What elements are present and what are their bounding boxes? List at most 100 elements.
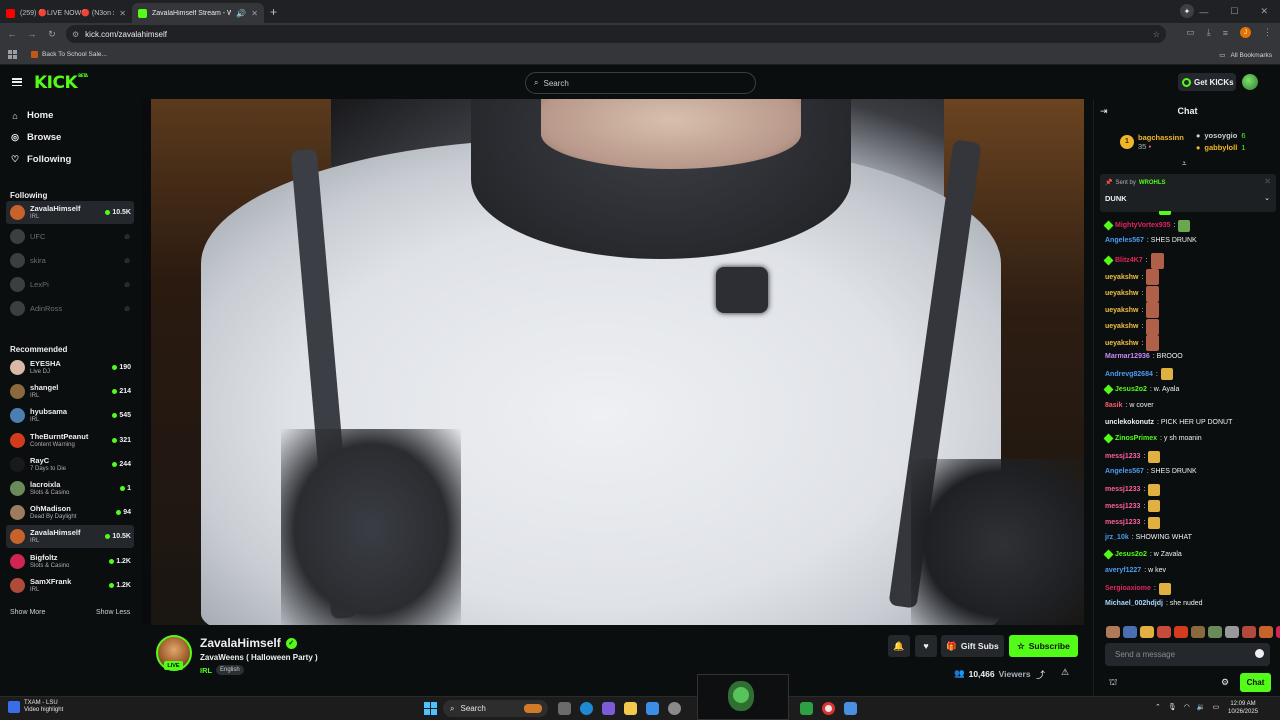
chat-username[interactable]: Blitz4K7	[1115, 256, 1143, 265]
follow-button[interactable]: ♥	[915, 635, 937, 657]
chat-message[interactable]: Jesus2o2: w Zavala	[1103, 549, 1275, 559]
chat-username[interactable]: 8asik	[1105, 401, 1123, 410]
chat-message[interactable]: messj1233:	[1105, 500, 1275, 512]
chat-message[interactable]: messj1233:	[1105, 483, 1275, 496]
chat-username[interactable]: Angeles567	[1105, 467, 1144, 476]
chat-username[interactable]: Andrevg82684	[1105, 370, 1153, 379]
sidebar-nav-following[interactable]: ♡ Following	[10, 154, 71, 165]
chat-username[interactable]: messj1233	[1105, 485, 1140, 494]
report-icon[interactable]: ⚠	[1061, 667, 1069, 678]
search-input[interactable]: ⌕ Search	[525, 72, 756, 94]
chat-message[interactable]: Angeles567: SHES DRUNK	[1105, 467, 1275, 476]
all-bookmarks-button[interactable]: ▭ All Bookmarks	[1219, 51, 1272, 60]
chat-message[interactable]: averyf1227: w kev	[1105, 566, 1275, 575]
emote-icon[interactable]	[1157, 626, 1171, 638]
chat-message[interactable]: 8asik: w cover	[1105, 401, 1275, 410]
sidebar-channel-lexpi[interactable]: LexPi ⊘	[6, 273, 134, 296]
sidebar-channel-samxfrank[interactable]: SamXFrank IRL 1.2K	[6, 574, 134, 597]
chat-username[interactable]: messj1233	[1105, 502, 1140, 511]
maximize-icon[interactable]: ☐	[1230, 6, 1238, 17]
gemini-icon[interactable]: ✦	[1180, 4, 1194, 18]
chat-username[interactable]: ueyakshw	[1105, 339, 1138, 348]
site-info-icon[interactable]: ⚙	[72, 30, 79, 39]
sidebar-channel-skira[interactable]: skira ⊘	[6, 249, 134, 272]
show-more-button[interactable]: Show More	[10, 609, 45, 616]
chat-message[interactable]: Michael_002hdjdj: she nuded	[1105, 599, 1275, 608]
language-tag[interactable]: English	[216, 665, 244, 675]
copilot-icon[interactable]	[602, 702, 615, 715]
sidebar-channel-theburntpeanut[interactable]: TheBurntPeanut Content Warning 321	[6, 429, 134, 452]
window-close-icon[interactable]: ✕	[1260, 6, 1268, 17]
emote-icon[interactable]	[1259, 626, 1273, 638]
chat-message[interactable]: Jesus2o2: w. Ayala	[1103, 384, 1275, 394]
gift-subs-button[interactable]: 🎁 Gift Subs	[941, 635, 1004, 657]
taskbar-search[interactable]: ⌕ Search	[443, 700, 548, 717]
chat-username[interactable]: Angeles567	[1105, 236, 1144, 245]
profile-avatar[interactable]: J	[1240, 27, 1251, 38]
taskbar-widget[interactable]: TXAM - LSU Video highlight	[8, 700, 63, 714]
sidebar-channel-ufc[interactable]: UFC ⊘	[6, 225, 134, 248]
battery-icon[interactable]: ▭	[1213, 703, 1220, 711]
chat-username[interactable]: ueyakshw	[1105, 322, 1138, 331]
file-explorer-icon[interactable]	[624, 702, 637, 715]
chat-username[interactable]: jrz_10k	[1105, 533, 1129, 542]
chat-message[interactable]: Marmar12936: BROOO	[1105, 352, 1275, 361]
chat-message[interactable]: ueyakshw:	[1105, 318, 1275, 335]
wifi-icon[interactable]: ◠	[1184, 703, 1190, 711]
sidebar-nav-home[interactable]: ⌂ Home	[10, 110, 53, 121]
hamburger-menu-icon[interactable]	[12, 78, 22, 86]
reload-icon[interactable]: ↻	[42, 29, 62, 40]
send-chat-button[interactable]: Chat	[1240, 673, 1271, 692]
bookmark-item[interactable]: Back To School Sale...	[31, 51, 107, 58]
chat-message[interactable]: messj1233:	[1105, 516, 1275, 529]
leaderboard-entry[interactable]: 1 bagchassinn 35 ▪	[1120, 131, 1184, 152]
chat-message[interactable]: ueyakshw:	[1105, 302, 1275, 318]
chat-username[interactable]: ZinosPrimex	[1115, 434, 1157, 443]
channel-name[interactable]: ZavalaHimself	[200, 636, 281, 650]
speaker-icon[interactable]: 🔊	[236, 9, 246, 18]
browser-tab-kick[interactable]: ZavalaHimself Stream - Wa 🔊 ✕	[132, 3, 264, 23]
back-icon[interactable]: ←	[2, 29, 22, 39]
sidebar-channel-zavalahimself[interactable]: ZavalaHimself IRL 10.5K	[6, 525, 134, 549]
minimize-icon[interactable]: —	[1199, 7, 1208, 17]
leaderboard-entry[interactable]: ● gabbyloll 1	[1196, 143, 1246, 152]
new-tab-button[interactable]: +	[270, 5, 277, 19]
chat-message[interactable]: messj1233:	[1105, 450, 1275, 463]
chat-message[interactable]: ueyakshw:	[1105, 285, 1275, 302]
chat-message[interactable]: MightyVortex935:	[1103, 219, 1275, 232]
sidebar-channel-eyesha[interactable]: EYESHA Live DJ 190	[6, 356, 134, 379]
menu-icon[interactable]: ⋮	[1263, 27, 1272, 38]
apps-grid-icon[interactable]	[8, 50, 17, 59]
chat-username[interactable]: emmanuel123	[1105, 211, 1151, 214]
chat-username[interactable]: ueyakshw	[1105, 273, 1138, 282]
gift-icon[interactable]: ⛫	[1109, 677, 1117, 689]
microphone-icon[interactable]: 🎙	[1168, 703, 1177, 711]
chat-message[interactable]: ueyakshw:	[1105, 335, 1275, 351]
chat-message-input[interactable]: Send a message	[1105, 643, 1270, 666]
chat-message[interactable]: Andrevg82684:	[1105, 368, 1275, 380]
settings-icon[interactable]	[668, 702, 681, 715]
video-player[interactable]	[141, 99, 1084, 625]
chat-username[interactable]: Marmar12936	[1105, 352, 1150, 361]
emote-icon[interactable]	[1140, 626, 1154, 638]
chat-username[interactable]: MightyVortex935	[1115, 221, 1171, 230]
subscribe-button[interactable]: ☆ Subscribe	[1009, 635, 1078, 657]
sidebar-channel-lacroixla[interactable]: lacroixla Slots & Casino 1	[6, 477, 134, 500]
user-avatar[interactable]	[1242, 74, 1258, 90]
chat-messages[interactable]: emmanuel123: MightyVortex935: Angeles567: …	[1094, 211, 1280, 621]
close-tab-icon[interactable]: ✕	[119, 9, 126, 18]
settings-gear-icon[interactable]: ⚙	[1221, 677, 1229, 688]
emote-icon[interactable]	[1242, 626, 1256, 638]
volume-icon[interactable]: 🔉	[1197, 703, 1206, 711]
chat-message[interactable]: emmanuel123:	[1105, 211, 1275, 215]
chevron-up-icon[interactable]: ⌃	[1155, 703, 1161, 711]
playlist-icon[interactable]: ≡	[1223, 28, 1228, 38]
chat-message[interactable]: Blitz4K7:	[1103, 252, 1275, 269]
emote-icon[interactable]	[1174, 626, 1188, 638]
show-less-button[interactable]: Show Less	[96, 609, 130, 616]
pinned-message[interactable]: 📌 Sent by WROHLS DUNK ⤫ ⌄	[1100, 174, 1276, 212]
chat-username[interactable]: messj1233	[1105, 518, 1140, 527]
sidebar-channel-ohmadison[interactable]: OhMadison Dead By Daylight 94	[6, 501, 134, 524]
emote-icon[interactable]	[1191, 626, 1205, 638]
chat-message[interactable]: jrz_10k: SHOWING WHAT	[1105, 533, 1275, 542]
